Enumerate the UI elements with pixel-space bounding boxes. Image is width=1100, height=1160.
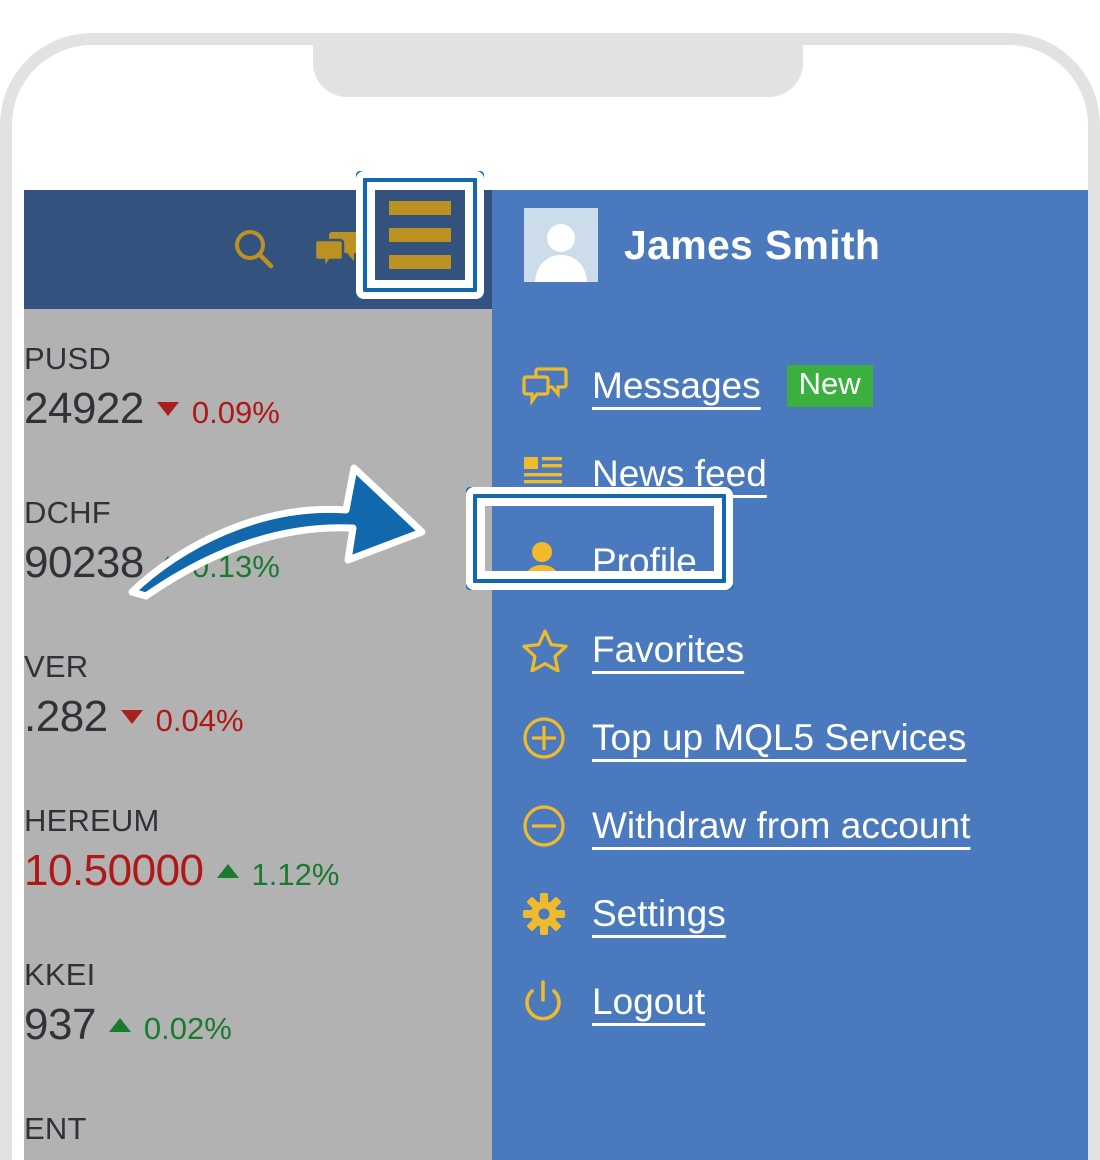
sidebar-item-label: Settings [592, 893, 726, 934]
phone-frame: PUSD 24922 0.09% DCHF 90238 0.13% VER .2… [0, 33, 1100, 1160]
quote-price: 24922 [24, 384, 144, 433]
quote-values: 24922 0.09% [24, 384, 492, 434]
quote-values: 90238 0.13% [24, 538, 492, 588]
sidebar-item-label: Withdraw from account [592, 805, 971, 846]
quote-row[interactable]: DCHF 90238 0.13% [24, 495, 492, 588]
quote-row[interactable]: VER .282 0.04% [24, 649, 492, 742]
sidebar-item-logout[interactable]: Logout [492, 958, 1088, 1046]
quote-price: .282 [24, 692, 108, 741]
sidebar-item-label: Logout [592, 981, 706, 1022]
plus-circle-icon [522, 716, 570, 760]
change-up-arrow-icon [216, 864, 239, 878]
sidebar-user[interactable]: James Smith [524, 208, 880, 282]
quote-symbol: DCHF [24, 495, 111, 530]
user-name: James Smith [624, 221, 881, 268]
sidebar-item-top-up[interactable]: Top up MQL5 Services [492, 694, 1088, 782]
quotes-panel[interactable]: PUSD 24922 0.09% DCHF 90238 0.13% VER .2… [24, 309, 492, 1160]
hamburger-bar [389, 228, 451, 242]
quote-price: 10.50000 [24, 846, 204, 895]
avatar [524, 208, 598, 282]
star-icon [522, 628, 570, 672]
quote-change: 0.13% [191, 549, 280, 584]
app-screen: PUSD 24922 0.09% DCHF 90238 0.13% VER .2… [24, 190, 1088, 1160]
quote-row[interactable]: HEREUM 10.50000 1.12% [24, 803, 492, 896]
quote-change: 0.04% [155, 703, 244, 738]
hamburger-menu-icon[interactable] [375, 190, 465, 280]
sidebar-item-settings[interactable]: Settings [492, 870, 1088, 958]
phone-notch [313, 45, 803, 97]
quote-price: 937 [24, 1000, 96, 1049]
status-badge: New [786, 365, 873, 407]
quote-price: 90238 [24, 538, 144, 587]
highlight-inner-ring [477, 498, 722, 579]
quote-row[interactable]: KKEI 937 0.02% [24, 957, 492, 1050]
quote-change: 0.09% [191, 395, 280, 430]
change-up-arrow-icon [156, 556, 179, 570]
search-icon[interactable] [230, 226, 278, 274]
hamburger-bar [389, 255, 451, 269]
change-up-arrow-icon [108, 1018, 131, 1032]
quote-values: .282 0.04% [24, 692, 492, 742]
sidebar-menu: James Smith Messages New News feed Profi… [492, 190, 1088, 1160]
profile-highlight [466, 487, 733, 590]
quote-row[interactable]: ENT [24, 1111, 492, 1147]
quote-symbol: ENT [24, 1111, 87, 1146]
quote-symbol: VER [24, 649, 89, 684]
sidebar-item-label: Messages [592, 365, 761, 406]
minus-circle-icon [522, 804, 570, 848]
sidebar-item-label: Favorites [592, 629, 745, 670]
hamburger-bar [389, 201, 451, 215]
quote-values: 937 0.02% [24, 1000, 492, 1050]
power-icon [522, 980, 570, 1024]
change-down-arrow-icon [156, 402, 179, 416]
sidebar-item-favorites[interactable]: Favorites [492, 606, 1088, 694]
quote-symbol: KKEI [24, 957, 96, 992]
sidebar-item-messages[interactable]: Messages New [492, 342, 1088, 430]
hamburger-menu-highlight [356, 171, 484, 299]
quote-symbol: PUSD [24, 341, 111, 376]
quote-change: 1.12% [251, 857, 340, 892]
change-down-arrow-icon [120, 710, 143, 724]
quote-row[interactable]: PUSD 24922 0.09% [24, 341, 492, 434]
gear-icon [522, 892, 570, 936]
screenshot-root: PUSD 24922 0.09% DCHF 90238 0.13% VER .2… [0, 0, 1100, 1160]
sidebar-item-label: Top up MQL5 Services [592, 717, 967, 758]
quote-symbol: HEREUM [24, 803, 160, 838]
messages-icon [522, 366, 570, 406]
sidebar-item-withdraw[interactable]: Withdraw from account [492, 782, 1088, 870]
menu-list: Messages New News feed Profile Favorites… [492, 342, 1088, 1046]
quote-change: 0.02% [143, 1011, 232, 1046]
quote-values: 10.50000 1.12% [24, 846, 492, 896]
